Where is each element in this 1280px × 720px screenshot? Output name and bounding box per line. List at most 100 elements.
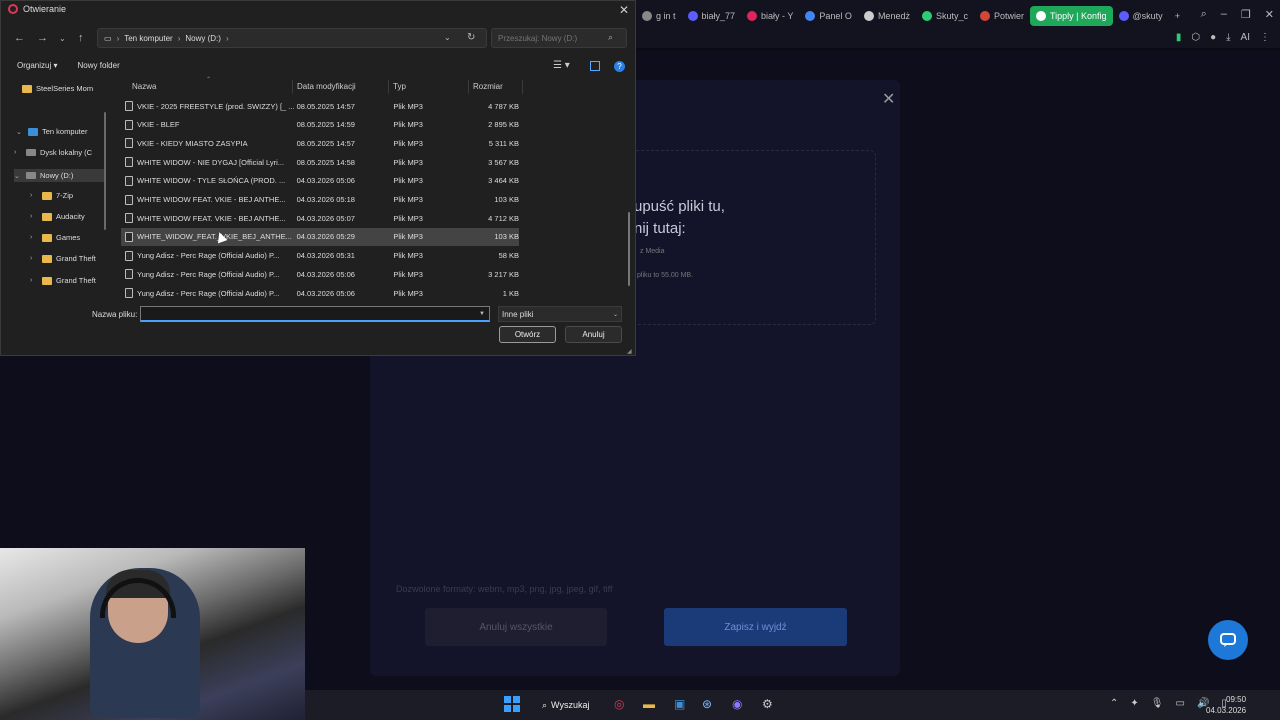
column-divider[interactable] — [522, 80, 523, 94]
chevron-icon[interactable]: › — [30, 277, 38, 284]
search-tabs-icon[interactable]: ⌕ — [1201, 8, 1207, 21]
forward-arrow-icon[interactable]: → — [37, 32, 48, 44]
browser-tab[interactable]: Panel O — [799, 6, 858, 26]
nav-item[interactable]: › Games — [30, 233, 80, 242]
chevron-icon[interactable]: ⌄ — [14, 172, 22, 180]
nav-item[interactable]: ⌄ Ten komputer — [16, 127, 87, 136]
app-icon[interactable]: ⚙ — [762, 697, 773, 711]
profile-icon[interactable]: ● — [1210, 32, 1216, 43]
new-tab-button[interactable]: + — [1169, 6, 1186, 26]
nav-scrollbar[interactable] — [104, 112, 106, 230]
browser-tab[interactable]: @skuty — [1113, 6, 1169, 26]
nav-item[interactable]: ⌄ Nowy (D:) — [14, 169, 106, 182]
browser-tab[interactable]: biały_77 — [682, 6, 742, 26]
taskbar-search[interactable]: ⌕ Wyszukaj — [536, 696, 595, 714]
browser-tab[interactable]: Skuty_c — [916, 6, 974, 26]
refresh-icon[interactable]: ↻ — [467, 32, 475, 43]
column-header-type[interactable]: Typ — [393, 82, 406, 91]
tray-chevron-icon[interactable]: ⌃ — [1110, 698, 1118, 709]
save-and-exit-button[interactable]: Zapisz i wyjdź — [664, 608, 847, 646]
filename-dropdown-icon[interactable]: ▼ — [479, 311, 485, 317]
minimize-icon[interactable]: – — [1221, 8, 1227, 21]
column-header-name[interactable]: Nazwa — [132, 82, 156, 91]
file-explorer-icon[interactable]: ▬ — [643, 697, 655, 711]
opera-icon[interactable]: ◎ — [614, 697, 624, 711]
file-row[interactable]: Yung Adisz - Perc Rage (Official Audio) … — [121, 265, 519, 283]
chevron-icon[interactable]: › — [30, 192, 38, 199]
file-row[interactable]: VKIE - KIEDY MIASTO ZASYPIA 08.05.2025 14… — [121, 134, 519, 152]
microphone-icon[interactable]: 🎙 — [1151, 698, 1164, 709]
nav-item[interactable]: SteelSeries Mom — [22, 84, 93, 93]
chevron-icon[interactable]: › — [30, 234, 38, 241]
maximize-icon[interactable]: ❐ — [1241, 8, 1251, 21]
ai-icon[interactable]: AI — [1241, 32, 1250, 43]
resize-grip-icon[interactable]: ◢ — [627, 348, 632, 355]
address-bar[interactable]: ▭ › Ten komputer › Nowy (D:) › — [97, 28, 487, 48]
tray-app-icon[interactable]: ✦ — [1130, 698, 1138, 709]
browser-tab[interactable]: Potwier — [974, 6, 1030, 26]
network-icon[interactable]: ▭ — [1175, 698, 1184, 709]
breadcrumb-root[interactable]: Ten komputer — [124, 34, 172, 43]
modal-close-icon[interactable]: ✕ — [882, 89, 895, 109]
address-dropdown-icon[interactable]: ⌄ — [444, 33, 451, 42]
open-button[interactable]: Otwórz — [499, 326, 556, 343]
file-row[interactable]: WHITE WIDOW - NIE DYGAJ [Official Lyri..… — [121, 153, 519, 171]
column-header-size[interactable]: Rozmiar — [473, 82, 503, 91]
nav-item[interactable]: › 7-Zip — [30, 191, 73, 200]
help-icon[interactable]: ? — [614, 61, 625, 72]
chat-support-button[interactable] — [1208, 620, 1248, 660]
file-row[interactable]: WHITE WIDOW FEAT. VKIE - BEJ ANTHE... 04.… — [121, 209, 519, 227]
up-arrow-icon[interactable]: ↑ — [78, 32, 84, 44]
browser-tab[interactable]: g in t — [636, 6, 682, 26]
dialog-close-icon[interactable]: ✕ — [619, 3, 629, 17]
cancel-button[interactable]: Anuluj — [565, 326, 622, 343]
column-divider[interactable] — [388, 80, 389, 94]
taskbar-clock[interactable]: 09:50 04.03.2026 — [1206, 694, 1246, 716]
filetype-select[interactable]: Inne pliki — [498, 306, 622, 322]
store-icon[interactable]: ▣ — [674, 697, 685, 711]
close-window-icon[interactable]: ✕ — [1265, 8, 1274, 21]
download-icon[interactable]: ⤓ — [1226, 32, 1230, 43]
discord-icon[interactable]: ◉ — [732, 697, 742, 711]
menu-icon[interactable]: ⋮ — [1260, 32, 1270, 43]
steam-icon[interactable]: ⊛ — [702, 697, 712, 711]
chevron-icon[interactable]: › — [30, 255, 38, 262]
column-header-date[interactable]: Data modyfikacji — [297, 82, 356, 91]
filetype-chevron-icon[interactable]: ⌄ — [613, 311, 618, 318]
filename-input[interactable] — [140, 306, 490, 322]
browser-tab[interactable]: Menedż — [858, 6, 916, 26]
file-list-scrollbar[interactable] — [628, 212, 630, 286]
nav-item[interactable]: › Grand Theft — [30, 254, 96, 263]
nav-item[interactable]: › Grand Theft — [30, 276, 96, 285]
chevron-icon[interactable]: › — [14, 149, 22, 156]
preview-pane-icon[interactable] — [590, 61, 600, 71]
chevron-icon[interactable]: ⌄ — [16, 128, 24, 136]
column-divider[interactable] — [292, 80, 293, 94]
view-options-icon[interactable]: ☰ ▾ — [553, 60, 570, 71]
file-row[interactable]: WHITE WIDOW - TYLE SŁOŃCA (PROD. ... 04.0… — [121, 172, 519, 190]
chat-icon — [1220, 633, 1236, 647]
file-row[interactable]: VKIE - 2025 FREESTYLE (prod. SWIZZY) [_ … — [121, 97, 519, 115]
organize-button[interactable]: Organizuj ▾ — [17, 61, 58, 70]
browser-tab[interactable]: biały - Y — [741, 6, 799, 26]
file-row[interactable]: Yung Adisz - Perc Rage (Official Audio) … — [121, 247, 519, 265]
file-row[interactable]: VKIE - BLEF 08.05.2025 14:59 Plik MP3 2 895… — [121, 116, 519, 134]
search-input[interactable] — [491, 28, 627, 48]
nav-item[interactable]: › Audacity — [30, 212, 85, 221]
browser-tab[interactable]: Tipply | Konfig — [1030, 6, 1113, 26]
nav-item[interactable]: › Dysk lokalny (C — [14, 148, 92, 157]
back-arrow-icon[interactable]: ← — [14, 32, 25, 44]
file-row[interactable]: WHITE_WIDOW_FEAT._VKIE_BEJ_ANTHE... 04.03… — [121, 227, 519, 246]
recent-chevron-icon[interactable]: ⌄ — [59, 34, 66, 43]
breadcrumb-current[interactable]: Nowy (D:) — [185, 34, 221, 43]
extension-green-icon[interactable]: ▮ — [1176, 32, 1182, 43]
cancel-all-button[interactable]: Anuluj wszystkie — [425, 608, 607, 646]
column-divider[interactable] — [468, 80, 469, 94]
search-icon: ⌕ — [542, 699, 548, 710]
file-row[interactable]: WHITE WIDOW FEAT. VKIE - BEJ ANTHE... 04.… — [121, 191, 519, 209]
new-folder-button[interactable]: Nowy folder — [78, 61, 120, 70]
start-icon[interactable] — [504, 696, 520, 712]
chevron-icon[interactable]: › — [30, 213, 38, 220]
file-row[interactable]: Yung Adisz - Perc Rage (Official Audio) … — [121, 284, 519, 302]
extension-icon[interactable]: ⬡ — [1191, 32, 1200, 43]
